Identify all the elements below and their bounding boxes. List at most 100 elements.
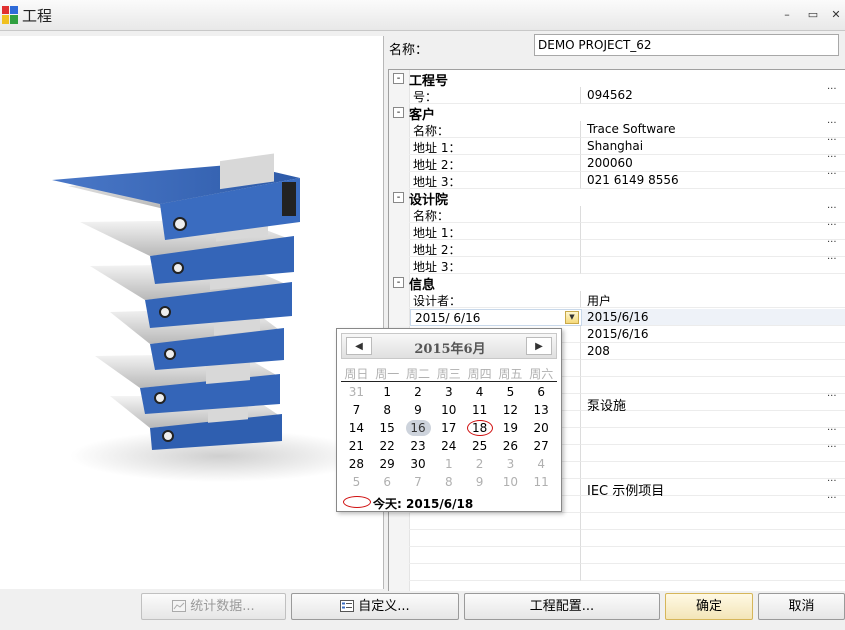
property-value[interactable]: Trace Software [587, 122, 676, 136]
maximize-icon[interactable]: ▭ [806, 8, 820, 21]
property-value[interactable]: 2015/6/16 [587, 327, 649, 341]
calendar-day[interactable]: 3 [433, 383, 464, 401]
property-row[interactable]: 名称： Trace Software ··· [389, 118, 845, 138]
calendar-day[interactable]: 27 [526, 437, 557, 455]
project-config-button[interactable]: 工程配置... [464, 593, 660, 620]
property-row[interactable]: 设计者： 用户 [389, 291, 845, 308]
calendar-day-today[interactable]: 18 [464, 419, 495, 437]
property-key: 地址 3： [413, 260, 461, 274]
statistics-button[interactable]: 统计数据... [141, 593, 286, 620]
minimize-icon[interactable]: – [780, 8, 794, 21]
calendar-day[interactable]: 11 [526, 473, 557, 491]
collapse-toggle[interactable]: - [393, 192, 404, 203]
property-row[interactable] [389, 513, 845, 530]
calendar-day[interactable]: 9 [403, 401, 434, 419]
calendar-day-selected[interactable]: 16 [403, 419, 434, 437]
calendar-day[interactable]: 10 [495, 473, 526, 491]
calendar-day[interactable]: 13 [526, 401, 557, 419]
calendar-day[interactable]: 2 [464, 455, 495, 473]
calendar-day[interactable]: 19 [495, 419, 526, 437]
collapse-toggle[interactable]: - [393, 277, 404, 288]
calendar-day[interactable]: 12 [495, 401, 526, 419]
calendar-day[interactable]: 1 [433, 455, 464, 473]
close-icon[interactable]: ✕ [829, 8, 843, 21]
button-bar: 统计数据... 自定义... 工程配置... 确定 取消 [0, 591, 845, 630]
ellipsis-icon[interactable]: ··· [827, 84, 837, 95]
property-value[interactable]: Shanghai [587, 139, 643, 153]
ellipsis-icon[interactable]: ··· [827, 425, 837, 436]
calendar-day[interactable]: 5 [341, 473, 372, 491]
calendar-day[interactable]: 21 [341, 437, 372, 455]
property-value[interactable]: 094562 [587, 88, 633, 102]
calendar-day[interactable]: 14 [341, 419, 372, 437]
calendar-day[interactable]: 17 [433, 419, 464, 437]
calendar-day[interactable]: 29 [372, 455, 403, 473]
property-row[interactable]: 地址 2： 200060 ··· [389, 152, 845, 172]
calendar-day[interactable]: 9 [464, 473, 495, 491]
property-value[interactable]: 用户 [587, 292, 611, 309]
ellipsis-icon[interactable]: ··· [827, 135, 837, 146]
ellipsis-icon[interactable]: ··· [827, 118, 837, 129]
ellipsis-icon[interactable]: ··· [827, 493, 837, 504]
calendar-day[interactable]: 30 [403, 455, 434, 473]
property-row[interactable]: 地址 1： Shanghai ··· [389, 135, 845, 155]
calendar-day[interactable]: 7 [341, 401, 372, 419]
property-row[interactable]: 地址 3： ··· [389, 254, 845, 274]
property-row[interactable]: 地址 3： 021 6149 8556 ··· [389, 169, 845, 189]
ellipsis-icon[interactable]: ··· [827, 391, 837, 402]
calendar-day[interactable]: 20 [526, 419, 557, 437]
calendar-day[interactable]: 6 [372, 473, 403, 491]
calendar-day[interactable]: 22 [372, 437, 403, 455]
ellipsis-icon[interactable]: ··· [827, 254, 837, 265]
property-row[interactable]: 地址 2： ··· [389, 237, 845, 257]
calendar-day[interactable]: 10 [433, 401, 464, 419]
property-row[interactable]: 号： 094562 ··· [389, 84, 845, 104]
calendar-day[interactable]: 3 [495, 455, 526, 473]
calendar-day[interactable]: 2 [403, 383, 434, 401]
calendar-day[interactable]: 11 [464, 401, 495, 419]
calendar-day[interactable]: 26 [495, 437, 526, 455]
customize-button[interactable]: 自定义... [291, 593, 459, 620]
calendar-day[interactable]: 8 [433, 473, 464, 491]
calendar-day[interactable]: 24 [433, 437, 464, 455]
property-key: 设计者： [413, 294, 462, 308]
collapse-toggle[interactable]: - [393, 107, 404, 118]
calendar-day[interactable]: 23 [403, 437, 434, 455]
date-picker-calendar[interactable]: ◀ 2015年6月 ▶ 周日 周一 周二 周三 周四 周五 周六 31 1 2 3 4 5… [336, 328, 562, 512]
collapse-toggle[interactable]: - [393, 73, 404, 84]
property-value[interactable]: 021 6149 8556 [587, 173, 679, 187]
property-row[interactable] [389, 564, 845, 581]
dropdown-arrow-icon[interactable]: ▼ [565, 311, 579, 324]
cancel-button[interactable]: 取消 [758, 593, 845, 620]
calendar-day[interactable]: 8 [372, 401, 403, 419]
ellipsis-icon[interactable]: ··· [827, 220, 837, 231]
date-editor[interactable]: 2015/ 6/16 ▼ [410, 309, 582, 326]
property-row[interactable]: 名称： ··· [389, 203, 845, 223]
calendar-day[interactable]: 25 [464, 437, 495, 455]
property-row-date[interactable]: 2015/ 6/16 ▼ 2015/6/16 [389, 309, 845, 326]
calendar-day[interactable]: 1 [372, 383, 403, 401]
ellipsis-icon[interactable]: ··· [827, 237, 837, 248]
property-value[interactable]: 2015/6/16 [587, 310, 649, 324]
property-row[interactable]: 地址 1： ··· [389, 220, 845, 240]
ellipsis-icon[interactable]: ··· [827, 476, 837, 487]
property-value[interactable]: 208 [587, 344, 610, 358]
date-editor-text[interactable]: 2015/ 6/16 [415, 311, 480, 325]
calendar-day[interactable]: 28 [341, 455, 372, 473]
calendar-day[interactable]: 4 [526, 455, 557, 473]
calendar-day[interactable]: 7 [403, 473, 434, 491]
ellipsis-icon[interactable]: ··· [827, 442, 837, 453]
ellipsis-icon[interactable]: ··· [827, 203, 837, 214]
ellipsis-icon[interactable]: ··· [827, 152, 837, 163]
calendar-day[interactable]: 6 [526, 383, 557, 401]
calendar-day[interactable]: 5 [495, 383, 526, 401]
property-row[interactable] [389, 547, 845, 564]
name-input[interactable] [534, 34, 839, 56]
ok-button[interactable]: 确定 [665, 593, 753, 620]
calendar-day[interactable]: 4 [464, 383, 495, 401]
property-row[interactable] [389, 530, 845, 547]
property-value[interactable]: 200060 [587, 156, 633, 170]
ellipsis-icon[interactable]: ··· [827, 169, 837, 180]
calendar-day[interactable]: 15 [372, 419, 403, 437]
calendar-day[interactable]: 31 [341, 383, 372, 401]
